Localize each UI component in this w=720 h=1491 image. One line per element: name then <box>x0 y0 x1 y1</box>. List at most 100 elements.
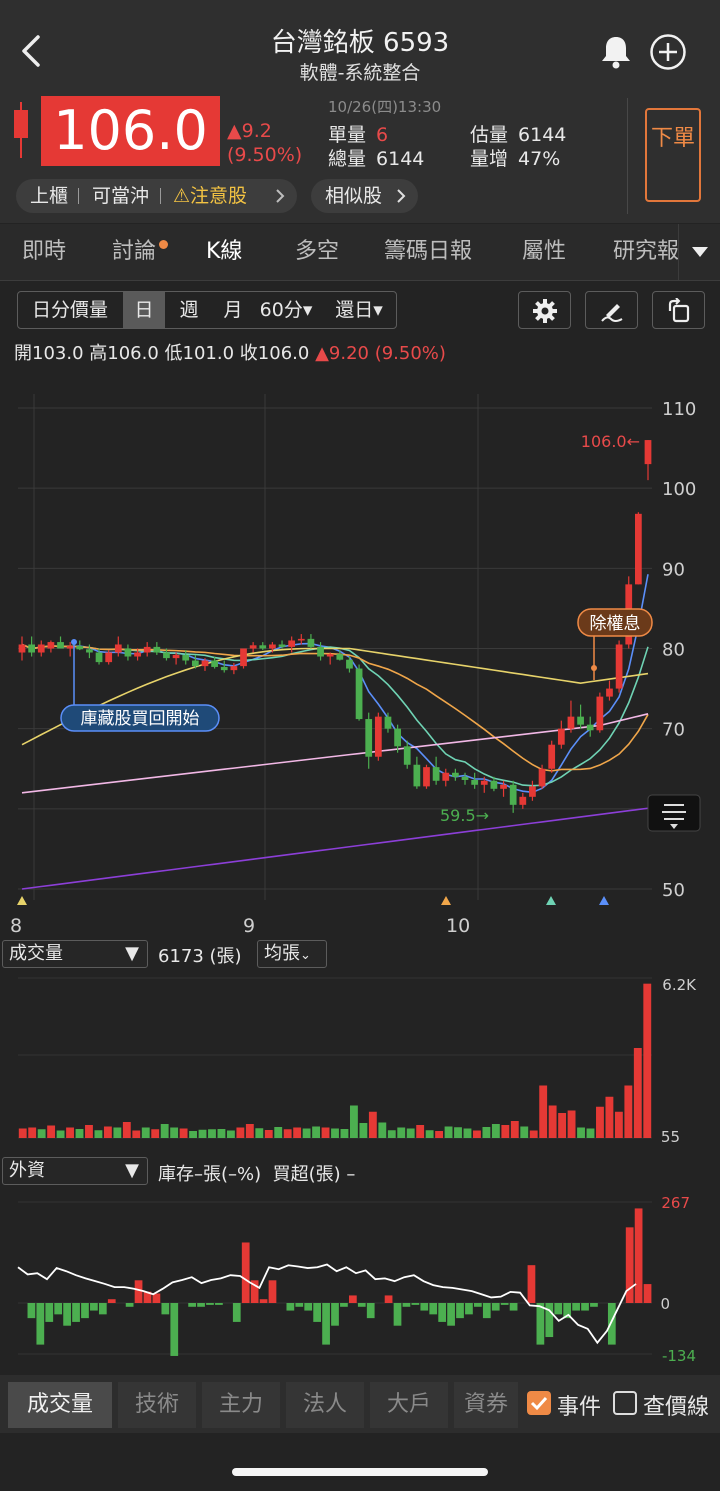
net-buy-bar <box>331 1303 339 1326</box>
btab-volume[interactable]: 成交量 <box>8 1382 112 1428</box>
volume-bar <box>151 1129 160 1138</box>
candle-body <box>586 724 594 731</box>
price-change-pct: (9.50%) <box>227 144 303 166</box>
seg-60min[interactable]: 60分▾ <box>254 292 318 328</box>
candle <box>124 644 132 661</box>
candle <box>307 634 315 649</box>
net-buy-bar <box>90 1303 98 1311</box>
candle-body <box>471 779 479 785</box>
net-buy-bar <box>527 1265 536 1303</box>
volume-bar <box>122 1122 131 1138</box>
volume-bar <box>416 1125 425 1138</box>
net-buy-bar <box>554 1303 563 1315</box>
add-watchlist-icon[interactable] <box>649 33 687 71</box>
rotate-button[interactable] <box>652 291 705 329</box>
order-button[interactable]: 下單 <box>645 108 701 202</box>
candle-body <box>37 644 45 653</box>
candle <box>18 636 26 661</box>
candle-body <box>249 645 257 649</box>
price-line-checkbox[interactable] <box>613 1391 637 1415</box>
institution-select[interactable]: 外資 ▼ <box>2 1157 148 1185</box>
volume-bar <box>274 1127 283 1138</box>
event-checkbox[interactable] <box>527 1391 551 1415</box>
candle <box>413 756 421 789</box>
tab-discussion[interactable]: 討論 <box>112 224 169 280</box>
volume-bar <box>28 1127 37 1138</box>
volume-indicator-select[interactable]: 成交量 ▼ <box>2 940 148 968</box>
last-price: 106.0 <box>41 96 220 166</box>
high-price-label: 106.0← <box>581 432 640 451</box>
net-buy-bar <box>500 1303 509 1305</box>
draw-button[interactable] <box>585 291 638 329</box>
volume-mode-select[interactable]: 均張⌄ <box>257 940 327 968</box>
y-tick-label: 70 <box>662 720 685 741</box>
net-buy-bar <box>536 1303 545 1345</box>
divider <box>78 188 79 204</box>
candle-body <box>76 646 84 650</box>
candle <box>634 512 642 585</box>
volume-bar <box>463 1128 472 1138</box>
tab-realtime[interactable]: 即時 <box>22 224 66 280</box>
volume-bar <box>113 1127 122 1138</box>
candle <box>519 792 527 809</box>
indicator-tab-bar: 成交量 技術 主力 法人 大戶 資券 事件 查價線 <box>0 1375 720 1433</box>
tag-otc: 上櫃 <box>30 185 69 207</box>
candle <box>249 642 257 653</box>
candlestick-chart[interactable]: 110 100 90 80 70 50 8 9 10 106.0← 59.5→ 庫藏股買回開始 除權… <box>0 380 720 940</box>
candle-icon <box>14 102 28 158</box>
btab-institutional[interactable]: 法人 <box>286 1382 364 1428</box>
volume-bar <box>605 1096 614 1138</box>
volume-bar <box>397 1127 406 1138</box>
btab-technical[interactable]: 技術 <box>118 1382 196 1428</box>
stock-tags[interactable]: 上櫃 可當沖 ⚠注意股 <box>16 179 297 213</box>
candle <box>47 640 55 653</box>
tab-attributes[interactable]: 屬性 <box>522 224 566 280</box>
candle <box>346 656 353 673</box>
similar-stocks-button[interactable]: 相似股 <box>311 179 418 213</box>
net-buy-bar <box>197 1303 205 1307</box>
seg-daily[interactable]: 日 <box>123 292 165 328</box>
btab-margin[interactable]: 資券 <box>454 1382 518 1428</box>
gear-icon <box>533 299 557 323</box>
candle <box>596 692 604 733</box>
net-buy-bar <box>643 1284 652 1303</box>
net-buy-bar <box>429 1303 438 1315</box>
fi-min-label: -134 <box>662 1347 696 1365</box>
settings-button[interactable] <box>518 291 571 329</box>
seg-weekly[interactable]: 週 <box>168 292 210 328</box>
candle-body <box>423 767 430 787</box>
chevron-right-icon <box>397 189 406 203</box>
tabs-more-button[interactable] <box>678 224 720 280</box>
net-buy-bar <box>98 1303 107 1315</box>
candle <box>615 640 623 693</box>
net-buy-bar <box>491 1303 500 1311</box>
candle <box>182 650 190 665</box>
seg-adjusted[interactable]: 還日▾ <box>326 292 392 328</box>
seg-intraday-volume[interactable]: 日分價量 <box>18 292 122 328</box>
volume-bar <box>567 1110 576 1138</box>
candle <box>288 636 296 653</box>
bell-icon[interactable] <box>598 34 634 70</box>
candle-body <box>18 644 26 653</box>
event-label: 事件 <box>557 1395 602 1420</box>
net-buy-bar <box>340 1303 348 1307</box>
volume-bar <box>103 1126 112 1138</box>
candle-body <box>606 688 613 697</box>
candle-body <box>644 440 652 465</box>
tab-chip-report[interactable]: 籌碼日報 <box>384 224 472 280</box>
candle <box>452 768 459 781</box>
btab-major[interactable]: 主力 <box>202 1382 280 1428</box>
net-buy-bar <box>447 1303 455 1326</box>
candle-body <box>86 649 93 653</box>
candle-body <box>567 716 575 729</box>
tab-kline[interactable]: K線 <box>206 224 242 280</box>
tab-research[interactable]: 研究報告 <box>613 224 678 280</box>
tab-bull-bear[interactable]: 多空 <box>295 224 339 280</box>
home-indicator[interactable] <box>232 1468 488 1476</box>
btab-large-holders[interactable]: 大戶 <box>370 1382 448 1428</box>
seg-monthly[interactable]: 月 <box>212 292 254 328</box>
net-buy-bar <box>63 1303 71 1326</box>
candle-body <box>538 768 546 787</box>
candle-body <box>480 780 488 785</box>
y-tick-label: 80 <box>662 640 685 661</box>
